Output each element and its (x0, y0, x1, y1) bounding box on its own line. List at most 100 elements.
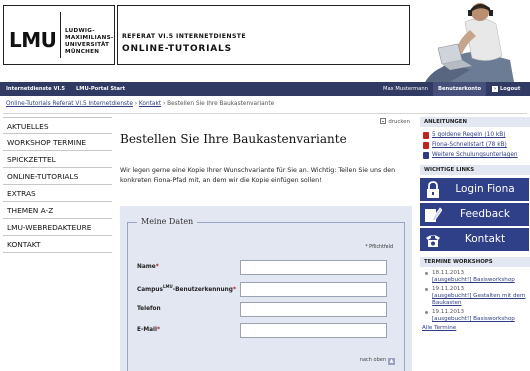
name-field[interactable] (240, 260, 387, 275)
sidebar-nav: AKTUELLES WORKSHOP TERMINE SPICKZETTEL O… (3, 117, 112, 253)
guide-link-label: Weitere Schulungsunterlagen (432, 152, 518, 158)
person-with-laptop-image (410, 0, 530, 82)
nav-home-link[interactable]: Internetdienste VI.5 (6, 82, 65, 96)
all-dates-label: Alle Termine (422, 325, 457, 331)
campus-label-suffix: -Benutzerkennung (172, 286, 233, 293)
guide-link-label: Fiona-Schnellstart (78 kB) (432, 142, 507, 148)
top-nav-bar: Internetdienste VI.5 LMU-Portal Start Ma… (0, 82, 530, 96)
sidebar-item-spickzettel[interactable]: SPICKZETTEL (3, 151, 112, 168)
sidebar-item-aktuelles[interactable]: AKTUELLES (3, 117, 112, 134)
main-content: drucken Bestellen Sie Ihre Baukastenvari… (120, 117, 412, 371)
fieldset-legend: Meine Daten (137, 217, 198, 226)
logo-text: LMU (9, 28, 57, 52)
logout-arrow-icon: › (492, 86, 498, 92)
guide-link-label: 5 goldene Regeln (10 kB) (432, 132, 506, 138)
print-button[interactable]: drucken (380, 118, 410, 125)
workshop-item[interactable]: 19.11.2013 [ausgebucht!] Basisworkshop (420, 309, 530, 323)
sidebar-item-lmu-webredakteure[interactable]: LMU-WEBREDAKTEURE (3, 219, 112, 236)
page-header: LMU LUDWIG- MAXIMILIANS- UNIVERSITÄT MÜN… (0, 0, 530, 82)
university-line-3: UNIVERSITÄT (65, 42, 110, 48)
lmu-logo[interactable]: LMU LUDWIG- MAXIMILIANS- UNIVERSITÄT MÜN… (3, 5, 115, 65)
nav-account-link[interactable]: Benutzerkonto (433, 82, 487, 96)
print-icon (380, 118, 387, 124)
lock-icon (427, 181, 439, 198)
back-to-top-link[interactable]: nach oben ▲ (360, 357, 395, 365)
email-label: E-Mail* (137, 327, 160, 333)
sidebar-item-online-tutorials[interactable]: ONLINE-TUTORIALS (3, 168, 112, 185)
page-title: Bestellen Sie Ihre Baukastenvariante (120, 132, 347, 146)
required-mark: * (157, 327, 161, 333)
guides-heading: ANLEITUNGEN (420, 117, 530, 127)
name-label: Name* (137, 264, 159, 270)
arrow-up-icon: ▲ (388, 358, 395, 365)
sidebar-item-themen-a-z[interactable]: THEMEN A-Z (3, 202, 112, 219)
required-note: * Pflichtfeld (365, 245, 393, 250)
name-label-text: Name (137, 264, 156, 270)
department-name: REFERAT VI.5 INTERNETDIENSTE (122, 33, 247, 40)
sidebar-item-kontakt[interactable]: KONTAKT (3, 236, 112, 253)
site-title-box[interactable]: REFERAT VI.5 INTERNETDIENSTE ONLINE-TUTO… (117, 5, 410, 65)
workshop-date: 18.11.2013 (432, 270, 465, 276)
links-heading: WICHTIGE LINKS (420, 165, 530, 175)
email-label-text: E-Mail (137, 327, 158, 333)
personal-data-fieldset: Meine Daten * Pflichtfeld Name* CampusLM… (127, 217, 405, 371)
pdf-icon (423, 132, 429, 139)
site-title: ONLINE-TUTORIALS (122, 44, 232, 54)
workshop-title: [ausgebucht!] Basisworkshop (432, 316, 515, 322)
guide-link-more-materials[interactable]: Weitere Schulungsunterlagen (420, 150, 530, 160)
campus-label-sup: LMU (162, 284, 173, 289)
login-fiona-label: Login Fiona (455, 183, 515, 195)
university-line-2: MAXIMILIANS- (65, 35, 114, 41)
university-name: LUDWIG- MAXIMILIANS- UNIVERSITÄT MÜNCHEN (65, 28, 114, 56)
campus-id-label: CampusLMU-Benutzerkennung* (137, 284, 236, 293)
pencil-icon (425, 207, 442, 222)
sidebar-item-extras[interactable]: EXTRAS (3, 185, 112, 202)
breadcrumb-home-link[interactable]: Online-Tutorials Referat VI.5 Internetdi… (6, 101, 133, 107)
breadcrumb: Online-Tutorials Referat VI.5 Internetdi… (6, 101, 274, 107)
workshops-heading: TERMINE WORKSHOPS (420, 257, 530, 267)
workshop-item[interactable]: 18.11.2013 [ausgebucht!] Basisworkshop (420, 270, 530, 284)
bullet-icon (425, 288, 428, 291)
nav-portal-link[interactable]: LMU-Portal Start (76, 82, 125, 96)
order-form: Meine Daten * Pflichtfeld Name* CampusLM… (120, 206, 412, 371)
pdf-icon (423, 142, 429, 149)
back-to-top-label: nach oben (359, 357, 386, 363)
email-field[interactable] (240, 323, 387, 338)
right-sidebar: ANLEITUNGEN 5 goldene Regeln (10 kB) Fio… (420, 117, 530, 334)
feedback-label: Feedback (459, 208, 510, 220)
all-dates-link[interactable]: Alle Termine (420, 325, 530, 332)
login-fiona-button[interactable]: Login Fiona (420, 178, 529, 201)
kontakt-button[interactable]: Kontakt (420, 228, 529, 251)
logo-divider (60, 12, 61, 58)
breadcrumb-divider (3, 113, 527, 114)
required-mark: * (155, 264, 159, 270)
phone-label: Telefon (137, 306, 161, 312)
kontakt-label: Kontakt (464, 233, 506, 245)
university-line-1: LUDWIG- (65, 28, 95, 34)
bullet-icon (425, 272, 428, 275)
workshop-date: 19.11.2013 (432, 309, 465, 315)
breadcrumb-current: Bestellen Sie Ihre Baukastenvariante (167, 101, 275, 107)
print-label: drucken (388, 119, 410, 125)
feedback-button[interactable]: Feedback (420, 203, 529, 226)
arrow-right-icon (423, 152, 429, 159)
logout-label: Logout (500, 86, 521, 92)
campus-id-field[interactable] (240, 282, 387, 297)
workshop-date: 19.11.2013 (432, 286, 465, 292)
nav-username: Max Mustermann (383, 86, 428, 92)
breadcrumb-kontakt-link[interactable]: Kontakt (139, 101, 161, 107)
guide-link-quickstart[interactable]: Fiona-Schnellstart (78 kB) (420, 140, 530, 150)
guide-link-golden-rules[interactable]: 5 goldene Regeln (10 kB) (420, 130, 530, 140)
workshop-item[interactable]: 19.11.2013 [ausgebucht!] Gestalten mit de… (420, 286, 530, 307)
university-line-4: MÜNCHEN (65, 49, 100, 55)
campus-label-text: Campus (137, 286, 163, 293)
nav-logout-button[interactable]: › Logout (492, 82, 520, 96)
required-mark: * (232, 286, 236, 293)
bullet-icon (425, 311, 428, 314)
phone-icon (426, 235, 440, 247)
sidebar-item-workshop-termine[interactable]: WORKSHOP TERMINE (3, 134, 112, 151)
header-photo (410, 0, 530, 82)
phone-field[interactable] (240, 302, 387, 317)
workshop-title: [ausgebucht!] Gestalten mit dem Baukaste… (432, 293, 526, 306)
workshop-title: [ausgebucht!] Basisworkshop (432, 277, 515, 283)
